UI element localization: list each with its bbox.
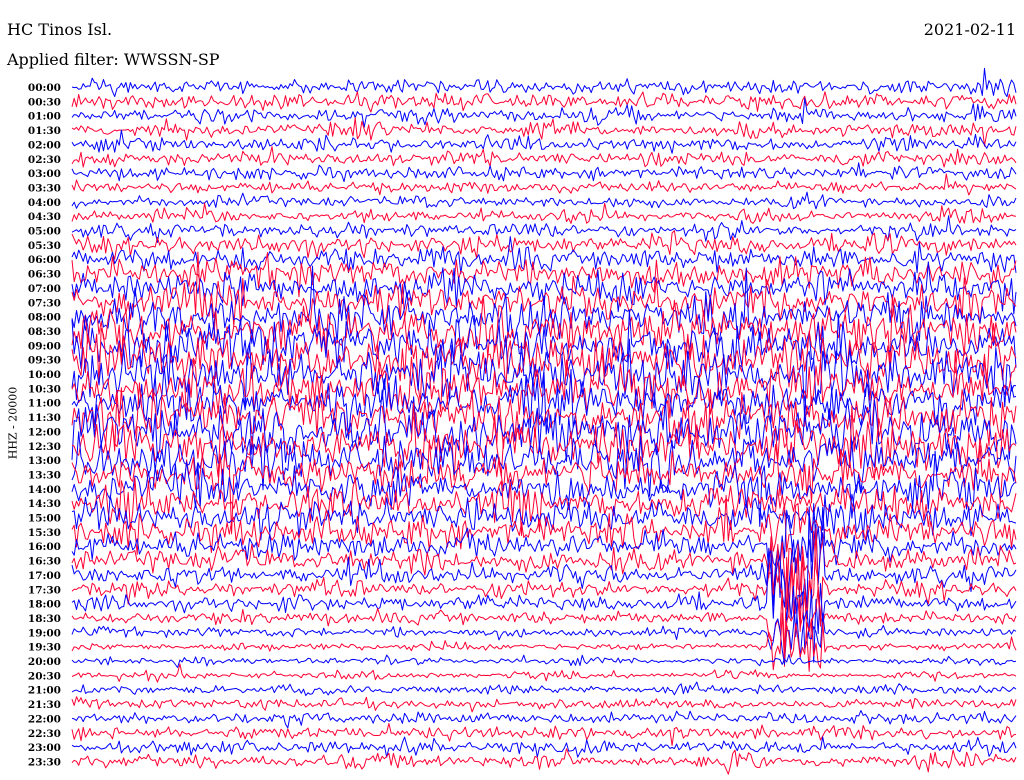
- trace-line: [71, 91, 1017, 113]
- trace-line: [71, 748, 1017, 775]
- trace-line: [71, 252, 1017, 298]
- time-label: 13:00: [28, 455, 61, 467]
- time-label: 12:00: [28, 426, 61, 438]
- time-label: 20:00: [28, 656, 61, 668]
- trace-line: [71, 230, 1017, 260]
- trace-line: [71, 309, 1017, 375]
- time-label: 01:30: [28, 125, 61, 137]
- trace-line: [71, 723, 1017, 746]
- time-label: 07:00: [28, 283, 61, 295]
- time-label: 07:30: [28, 297, 61, 309]
- time-label: 23:00: [28, 742, 61, 754]
- time-label: 08:00: [28, 312, 61, 324]
- time-label: 19:30: [28, 642, 61, 654]
- time-label: 19:00: [28, 627, 61, 639]
- time-label: 09:30: [28, 355, 61, 367]
- trace-line: [71, 696, 1017, 713]
- time-label: 16:00: [28, 541, 61, 553]
- time-label: 21:30: [28, 699, 61, 711]
- trace-line: [71, 146, 1017, 168]
- time-label: 05:30: [28, 240, 61, 252]
- trace-line: [71, 530, 1017, 610]
- trace-line: [71, 402, 1017, 481]
- trace-line: [71, 681, 1017, 697]
- time-label: 01:00: [28, 111, 61, 123]
- time-label: 11:00: [28, 398, 61, 410]
- trace-line: [71, 710, 1017, 729]
- time-label: 22:00: [28, 713, 61, 725]
- time-label: 06:30: [28, 269, 61, 281]
- time-label: 10:30: [28, 383, 61, 395]
- time-label: 08:30: [28, 326, 61, 338]
- time-label: 14:00: [28, 484, 61, 496]
- trace-line: [71, 162, 1017, 183]
- time-label: 15:00: [28, 513, 61, 525]
- helicorder-plot: 00:00 00:30 01:00 01:30 02:00 02:30 03:00 03:30…: [28, 67, 1017, 775]
- time-label: 11:30: [28, 412, 61, 424]
- time-label: 02:00: [28, 139, 61, 151]
- traces: [71, 67, 1017, 775]
- time-label: 13:30: [28, 469, 61, 481]
- time-label: 03:30: [28, 182, 61, 194]
- time-label: 12:30: [28, 441, 61, 453]
- time-labels: 00:00 00:30 01:00 01:30 02:00 02:30 03:00 03:30…: [28, 82, 61, 768]
- time-label: 00:30: [28, 96, 61, 108]
- time-label: 22:30: [28, 728, 61, 740]
- time-label: 18:00: [28, 599, 61, 611]
- time-label: 09:00: [28, 340, 61, 352]
- trace-line: [71, 67, 1017, 98]
- time-label: 21:00: [28, 685, 61, 697]
- trace-line: [71, 654, 1017, 668]
- time-label: 00:00: [28, 82, 61, 94]
- trace-line: [71, 663, 1017, 683]
- trace-line: [71, 191, 1017, 210]
- time-label: 02:30: [28, 154, 61, 166]
- time-label: 17:30: [28, 584, 61, 596]
- time-label: 05:00: [28, 226, 61, 238]
- time-label: 23:30: [28, 756, 61, 768]
- time-label: 20:30: [28, 670, 61, 682]
- time-label: 03:00: [28, 168, 61, 180]
- trace-line: [71, 597, 1017, 665]
- time-label: 18:30: [28, 613, 61, 625]
- time-label: 04:00: [28, 197, 61, 209]
- trace-line: [71, 215, 1017, 243]
- trace-line: [71, 736, 1017, 758]
- time-label: 10:00: [28, 369, 61, 381]
- time-label: 15:30: [28, 527, 61, 539]
- trace-line: [71, 129, 1017, 154]
- time-label: 16:30: [28, 556, 61, 568]
- time-label: 14:30: [28, 498, 61, 510]
- time-label: 04:30: [28, 211, 61, 223]
- trace-line: [71, 236, 1017, 274]
- time-label: 06:00: [28, 254, 61, 266]
- time-label: 17:00: [28, 570, 61, 582]
